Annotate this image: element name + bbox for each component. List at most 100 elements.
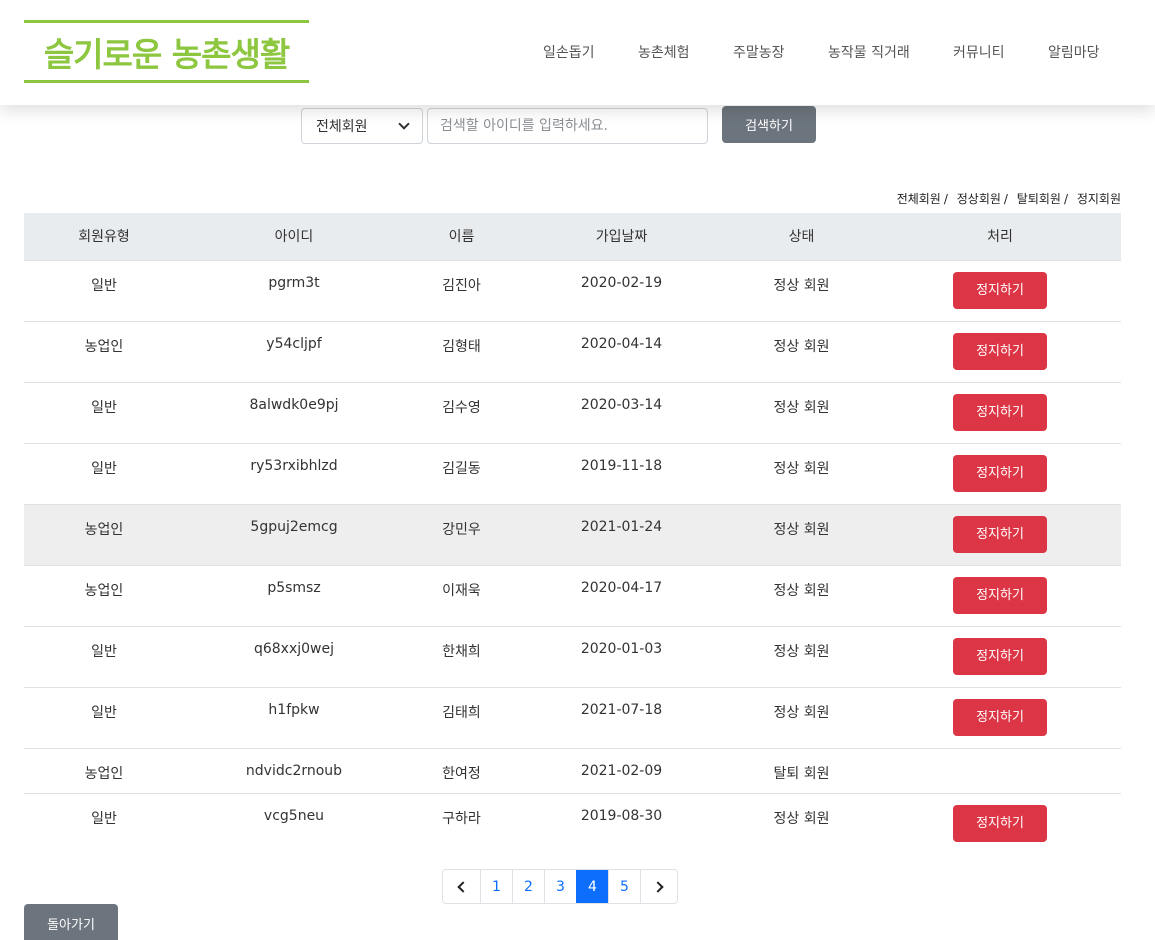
chevron-left-icon xyxy=(457,880,469,893)
cell-status: 정상 회원 xyxy=(724,793,879,851)
cell-status: 정상 회원 xyxy=(724,626,879,688)
cell-id-text: y54cljpf xyxy=(266,335,322,352)
nav-item-notice[interactable]: 알림마당 xyxy=(1048,42,1100,62)
cell-date: 2020-01-03 xyxy=(519,626,724,688)
page-link-3[interactable]: 3 xyxy=(544,870,576,903)
member-type-select-value: 전체회원 xyxy=(316,119,368,135)
cell-type: 농업인 xyxy=(24,321,184,383)
header-name: 이름 xyxy=(404,213,519,261)
cell-type-text: 농업인 xyxy=(84,338,124,355)
nav-item-community[interactable]: 커뮤니티 xyxy=(953,42,1005,62)
cell-action: 정지하기 xyxy=(879,793,1121,851)
cell-name-text: 한채희 xyxy=(442,643,481,660)
suspend-button[interactable]: 정지하기 xyxy=(953,576,1047,614)
page-link-5[interactable]: 5 xyxy=(608,870,640,903)
cell-type-text: 일반 xyxy=(91,460,117,477)
filter-suspended[interactable]: 정지회원 xyxy=(1077,192,1121,206)
cell-name: 강민우 xyxy=(404,504,519,566)
cell-name-text: 김진아 xyxy=(442,277,481,294)
suspend-button[interactable]: 정지하기 xyxy=(953,637,1047,675)
page-link-4-current[interactable]: 4 xyxy=(576,870,608,903)
cell-name: 김형태 xyxy=(404,321,519,383)
page-prev-button[interactable] xyxy=(443,870,480,903)
cell-status: 정상 회원 xyxy=(724,687,879,749)
cell-date-text: 2021-07-18 xyxy=(580,701,663,718)
cell-action: 정지하기 xyxy=(879,626,1121,688)
suspend-button[interactable]: 정지하기 xyxy=(953,804,1047,842)
cell-status: 정상 회원 xyxy=(724,321,879,383)
filter-separator: / xyxy=(943,192,948,206)
cell-status: 정상 회원 xyxy=(724,504,879,566)
back-button[interactable]: 돌아가기 xyxy=(24,904,118,940)
cell-name: 김수영 xyxy=(404,382,519,444)
nav-item-weekend-farm[interactable]: 주말농장 xyxy=(733,42,785,62)
cell-action xyxy=(879,748,1121,794)
cell-id-text: vcg5neu xyxy=(263,807,325,824)
cell-name: 한여정 xyxy=(404,748,519,794)
search-input[interactable] xyxy=(427,108,708,144)
cell-action: 정지하기 xyxy=(879,321,1121,383)
suspend-button[interactable]: 정지하기 xyxy=(953,515,1047,553)
chevron-down-icon xyxy=(398,118,410,130)
search-button[interactable]: 검색하기 xyxy=(722,106,816,143)
cell-date: 2020-02-19 xyxy=(519,260,724,322)
nav-item-experience[interactable]: 농촌체험 xyxy=(638,42,690,62)
cell-name: 김태희 xyxy=(404,687,519,749)
suspend-button[interactable]: 정지하기 xyxy=(953,454,1047,492)
filter-normal[interactable]: 정상회원 xyxy=(957,192,1001,206)
cell-id: pgrm3t xyxy=(184,260,404,322)
cell-type: 일반 xyxy=(24,626,184,688)
header-member-type: 회원유형 xyxy=(24,213,184,261)
cell-name: 한채희 xyxy=(404,626,519,688)
cell-date-text: 2019-08-30 xyxy=(580,807,663,824)
filter-all[interactable]: 전체회원 xyxy=(897,192,941,206)
cell-date-text: 2019-11-18 xyxy=(580,457,663,474)
cell-status-text: 정상 회원 xyxy=(773,643,830,660)
table-row: 농업인 p5smsz 이재욱 2020-04-17 정상 회원 정지하기 xyxy=(24,565,1121,627)
cell-name-text: 김형태 xyxy=(442,338,481,355)
nav-item-direct-trade[interactable]: 농작물 직거래 xyxy=(828,42,910,62)
pagination: 1 2 3 4 5 xyxy=(442,869,678,904)
cell-id: h1fpkw xyxy=(184,687,404,749)
cell-id: vcg5neu xyxy=(184,793,404,851)
suspend-button[interactable]: 정지하기 xyxy=(953,332,1047,370)
cell-date-text: 2021-02-09 xyxy=(580,762,663,779)
cell-type-text: 농업인 xyxy=(84,582,124,599)
cell-date: 2020-03-14 xyxy=(519,382,724,444)
page-next-button[interactable] xyxy=(640,870,677,903)
cell-type: 농업인 xyxy=(24,504,184,566)
filter-separator: / xyxy=(1063,192,1068,206)
filter-withdrawn[interactable]: 탈퇴회원 xyxy=(1017,192,1061,206)
cell-id-text: p5smsz xyxy=(267,579,321,596)
cell-type: 농업인 xyxy=(24,748,184,794)
cell-status: 정상 회원 xyxy=(724,443,879,505)
cell-date-text: 2020-01-03 xyxy=(580,640,663,657)
cell-status-text: 정상 회원 xyxy=(773,277,830,294)
table-row: 농업인 5gpuj2emcg 강민우 2021-01-24 정상 회원 정지하기 xyxy=(24,504,1121,566)
cell-type-text: 농업인 xyxy=(84,765,124,782)
cell-name-text: 김수영 xyxy=(442,399,481,416)
page-link-2[interactable]: 2 xyxy=(512,870,544,903)
cell-status-text: 정상 회원 xyxy=(773,521,830,538)
cell-status-text: 정상 회원 xyxy=(773,460,830,477)
header-join-date: 가입날짜 xyxy=(519,213,724,261)
cell-type: 농업인 xyxy=(24,565,184,627)
cell-type-text: 일반 xyxy=(91,810,117,827)
suspend-button[interactable]: 정지하기 xyxy=(953,698,1047,736)
member-filter-links: 전체회원 / 정상회원 / 탈퇴회원 / 정지회원 xyxy=(897,190,1121,207)
member-type-select[interactable]: 전체회원 xyxy=(301,108,423,144)
cell-id: q68xxj0wej xyxy=(184,626,404,688)
cell-status-text: 정상 회원 xyxy=(773,582,830,599)
nav-item-help[interactable]: 일손돕기 xyxy=(543,42,595,62)
suspend-button[interactable]: 정지하기 xyxy=(953,393,1047,431)
table-row: 농업인 y54cljpf 김형태 2020-04-14 정상 회원 정지하기 xyxy=(24,321,1121,383)
cell-id: ndvidc2rnoub xyxy=(184,748,404,794)
page-link-1[interactable]: 1 xyxy=(480,870,512,903)
suspend-button[interactable]: 정지하기 xyxy=(953,271,1047,309)
cell-type-text: 일반 xyxy=(91,277,117,294)
cell-status-text: 정상 회원 xyxy=(773,704,830,721)
cell-name-text: 한여정 xyxy=(442,765,481,782)
member-table: 회원유형 아이디 이름 가입날짜 상태 처리 일반 pgrm3t 김진아 202… xyxy=(24,213,1121,851)
cell-type-text: 일반 xyxy=(91,704,117,721)
cell-action: 정지하기 xyxy=(879,382,1121,444)
